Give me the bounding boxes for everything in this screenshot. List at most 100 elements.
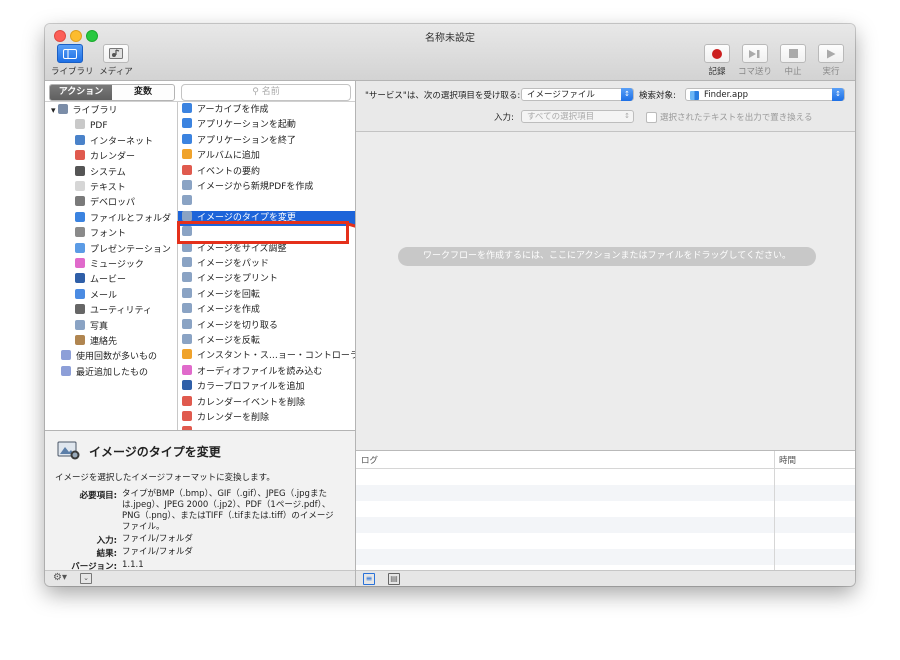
tab-actions[interactable]: アクション [50, 85, 112, 100]
sidebar-item[interactable]: 写真 [75, 319, 109, 335]
sidebar-item-label: 最近追加したもの [76, 367, 149, 378]
sidebar-item-library[interactable]: ▾ ライブラリ [51, 104, 118, 119]
run-button[interactable]: 実行 [812, 44, 850, 77]
globe-icon [75, 134, 85, 145]
log-column-header[interactable]: ログ [361, 454, 378, 466]
action-item[interactable] [178, 195, 355, 210]
sidebar-item[interactable]: ミュージック [75, 258, 144, 273]
updown-chevron-icon: ↕ [621, 88, 633, 101]
action-item-label: インスタント・ス…ョー・コントローラ [197, 351, 355, 362]
stop-button[interactable]: 中止 [774, 44, 812, 77]
action-item[interactable]: イメージを回転 [178, 287, 355, 303]
sidebar-item-label: メール [90, 290, 118, 301]
action-item[interactable]: イメージをプリント [178, 272, 355, 287]
action-item[interactable]: イメージから新規PDFを作成 [178, 180, 355, 195]
action-item-label: オーディオファイルを読み込む [197, 366, 323, 377]
sidebar-item[interactable]: ムービー [75, 273, 126, 288]
action-item[interactable]: アプリケーションを起動 [178, 118, 355, 133]
sidebar-item-label: PDF [90, 121, 108, 132]
record-icon [704, 44, 730, 63]
action-item[interactable]: イメージをパッド [178, 257, 355, 272]
media-button[interactable]: メディア [97, 44, 135, 77]
action-item[interactable]: イメージを切り取る [178, 318, 355, 334]
sidebar-item[interactable]: 使用回数が多いもの [61, 350, 157, 365]
run-icon [818, 44, 844, 63]
presentation-icon [75, 242, 85, 253]
sidebar-item-label: システム [90, 167, 126, 178]
action-item[interactable]: アルバムに追加 [178, 149, 355, 164]
preview-icon [182, 303, 192, 314]
sidebar-item[interactable]: フォント [75, 227, 126, 242]
photo-icon [75, 319, 85, 330]
action-item-label: カレンダーイベントを削除 [197, 397, 306, 408]
sidebar-item[interactable]: メール [75, 288, 118, 304]
receives-label: "サービス"は、次の選択項目を受け取る: [365, 91, 521, 101]
finder-icon [75, 211, 85, 222]
finder-icon [182, 133, 192, 144]
input-popup[interactable]: すべての選択項目 ↕ [521, 110, 634, 123]
sidebar-item[interactable]: PDF [75, 119, 108, 134]
step-icon [742, 44, 768, 63]
finder-icon [690, 91, 699, 100]
annotation-highlight-box [177, 221, 349, 244]
workflow-drop-area[interactable]: ワークフローを作成するには、ここにアクションまたはファイルをドラッグしてください… [356, 132, 855, 450]
requirements-value: タイプがBMP（.bmp）、GIF（.gif）、JPEG（.jpgまたは.jpe… [122, 489, 334, 532]
sidebar-item-label: 連絡先 [90, 337, 118, 347]
action-item[interactable]: カラープロファイルを追加 [178, 380, 355, 395]
sidebar-item[interactable]: ユーティリティ [75, 304, 152, 319]
stop-button-label: 中止 [784, 67, 802, 77]
sidebar-item[interactable]: 連絡先 [75, 335, 117, 350]
contacts-icon [75, 335, 85, 345]
action-item[interactable]: イメージを反転 [178, 334, 355, 349]
list-view-icon[interactable]: ≡ [363, 573, 375, 585]
target-popup[interactable]: Finder.app ↕ [685, 88, 845, 101]
result-value: ファイル/フォルダ [122, 547, 193, 557]
tab-variables[interactable]: 変数 [112, 85, 174, 100]
action-item[interactable]: アプリケーションを終了 [178, 133, 355, 149]
media-button-label: メディア [99, 67, 133, 77]
sidebar-item[interactable]: インターネット [75, 134, 153, 150]
sidebar-item[interactable]: ファイルとフォルダ [75, 211, 171, 227]
log-row [356, 485, 855, 501]
action-item[interactable]: イベントの要約 [178, 164, 355, 180]
time-column-header[interactable]: 時間 [779, 454, 796, 466]
sidebar-item[interactable]: カレンダー [75, 150, 135, 165]
log-row [356, 517, 855, 533]
sidebar-item-label: カレンダー [90, 152, 136, 163]
sidebar-item[interactable]: システム [75, 165, 126, 181]
preview-icon [182, 195, 192, 206]
preview-icon [182, 272, 192, 283]
automator-window: 名称未設定 ライブラリ メディア 記録 コマ送り 中止 実行 アクション 変数 … [45, 24, 855, 586]
music-icon [182, 364, 192, 375]
disclosure-triangle-icon[interactable]: ▾ [51, 106, 56, 116]
action-item[interactable]: カレンダーを削除 [178, 411, 355, 426]
description-toggle-icon[interactable]: ⌄ [80, 573, 92, 584]
library-button[interactable]: ライブラリ [51, 44, 94, 77]
action-item-label: アプリケーションを終了 [197, 135, 296, 146]
action-item-label: イメージをプリント [197, 274, 278, 285]
step-button-label: コマ送り [737, 67, 772, 77]
split-view-icon[interactable]: ▤ [388, 573, 400, 585]
sidebar-item[interactable]: 最近追加したもの [61, 365, 149, 381]
action-item[interactable]: アーカイブを作成 [178, 103, 355, 118]
sidebar-item-label: 写真 [90, 321, 109, 332]
replace-text-checkbox[interactable] [646, 112, 657, 123]
receives-popup[interactable]: イメージファイル ↕ [521, 88, 634, 101]
sidebar-item[interactable]: デベロッパ [75, 196, 135, 211]
action-item[interactable]: インスタント・ス…ョー・コントローラ [178, 349, 355, 364]
action-item[interactable]: イメージを作成 [178, 303, 355, 318]
action-item-label: イメージを切り取る [197, 320, 278, 331]
action-item[interactable]: カレンダーイベントを削除 [178, 395, 355, 411]
action-item-label: イベントの要約 [197, 166, 261, 177]
record-button[interactable]: 記録 [698, 44, 736, 77]
text-icon [75, 181, 85, 191]
gear-icon[interactable]: ⚙▾ [53, 572, 67, 583]
sidebar-item[interactable]: テキスト [75, 181, 126, 196]
calendar-icon [75, 150, 85, 161]
colorsync-icon [182, 380, 192, 391]
search-input[interactable]: ⚲ 名前 [181, 84, 351, 101]
sidebar-item[interactable]: プレゼンテーション [75, 242, 171, 258]
sidebar-item-label: プレゼンテーション [90, 244, 171, 255]
action-item[interactable]: オーディオファイルを読み込む [178, 364, 355, 380]
step-button[interactable]: コマ送り [736, 44, 774, 77]
